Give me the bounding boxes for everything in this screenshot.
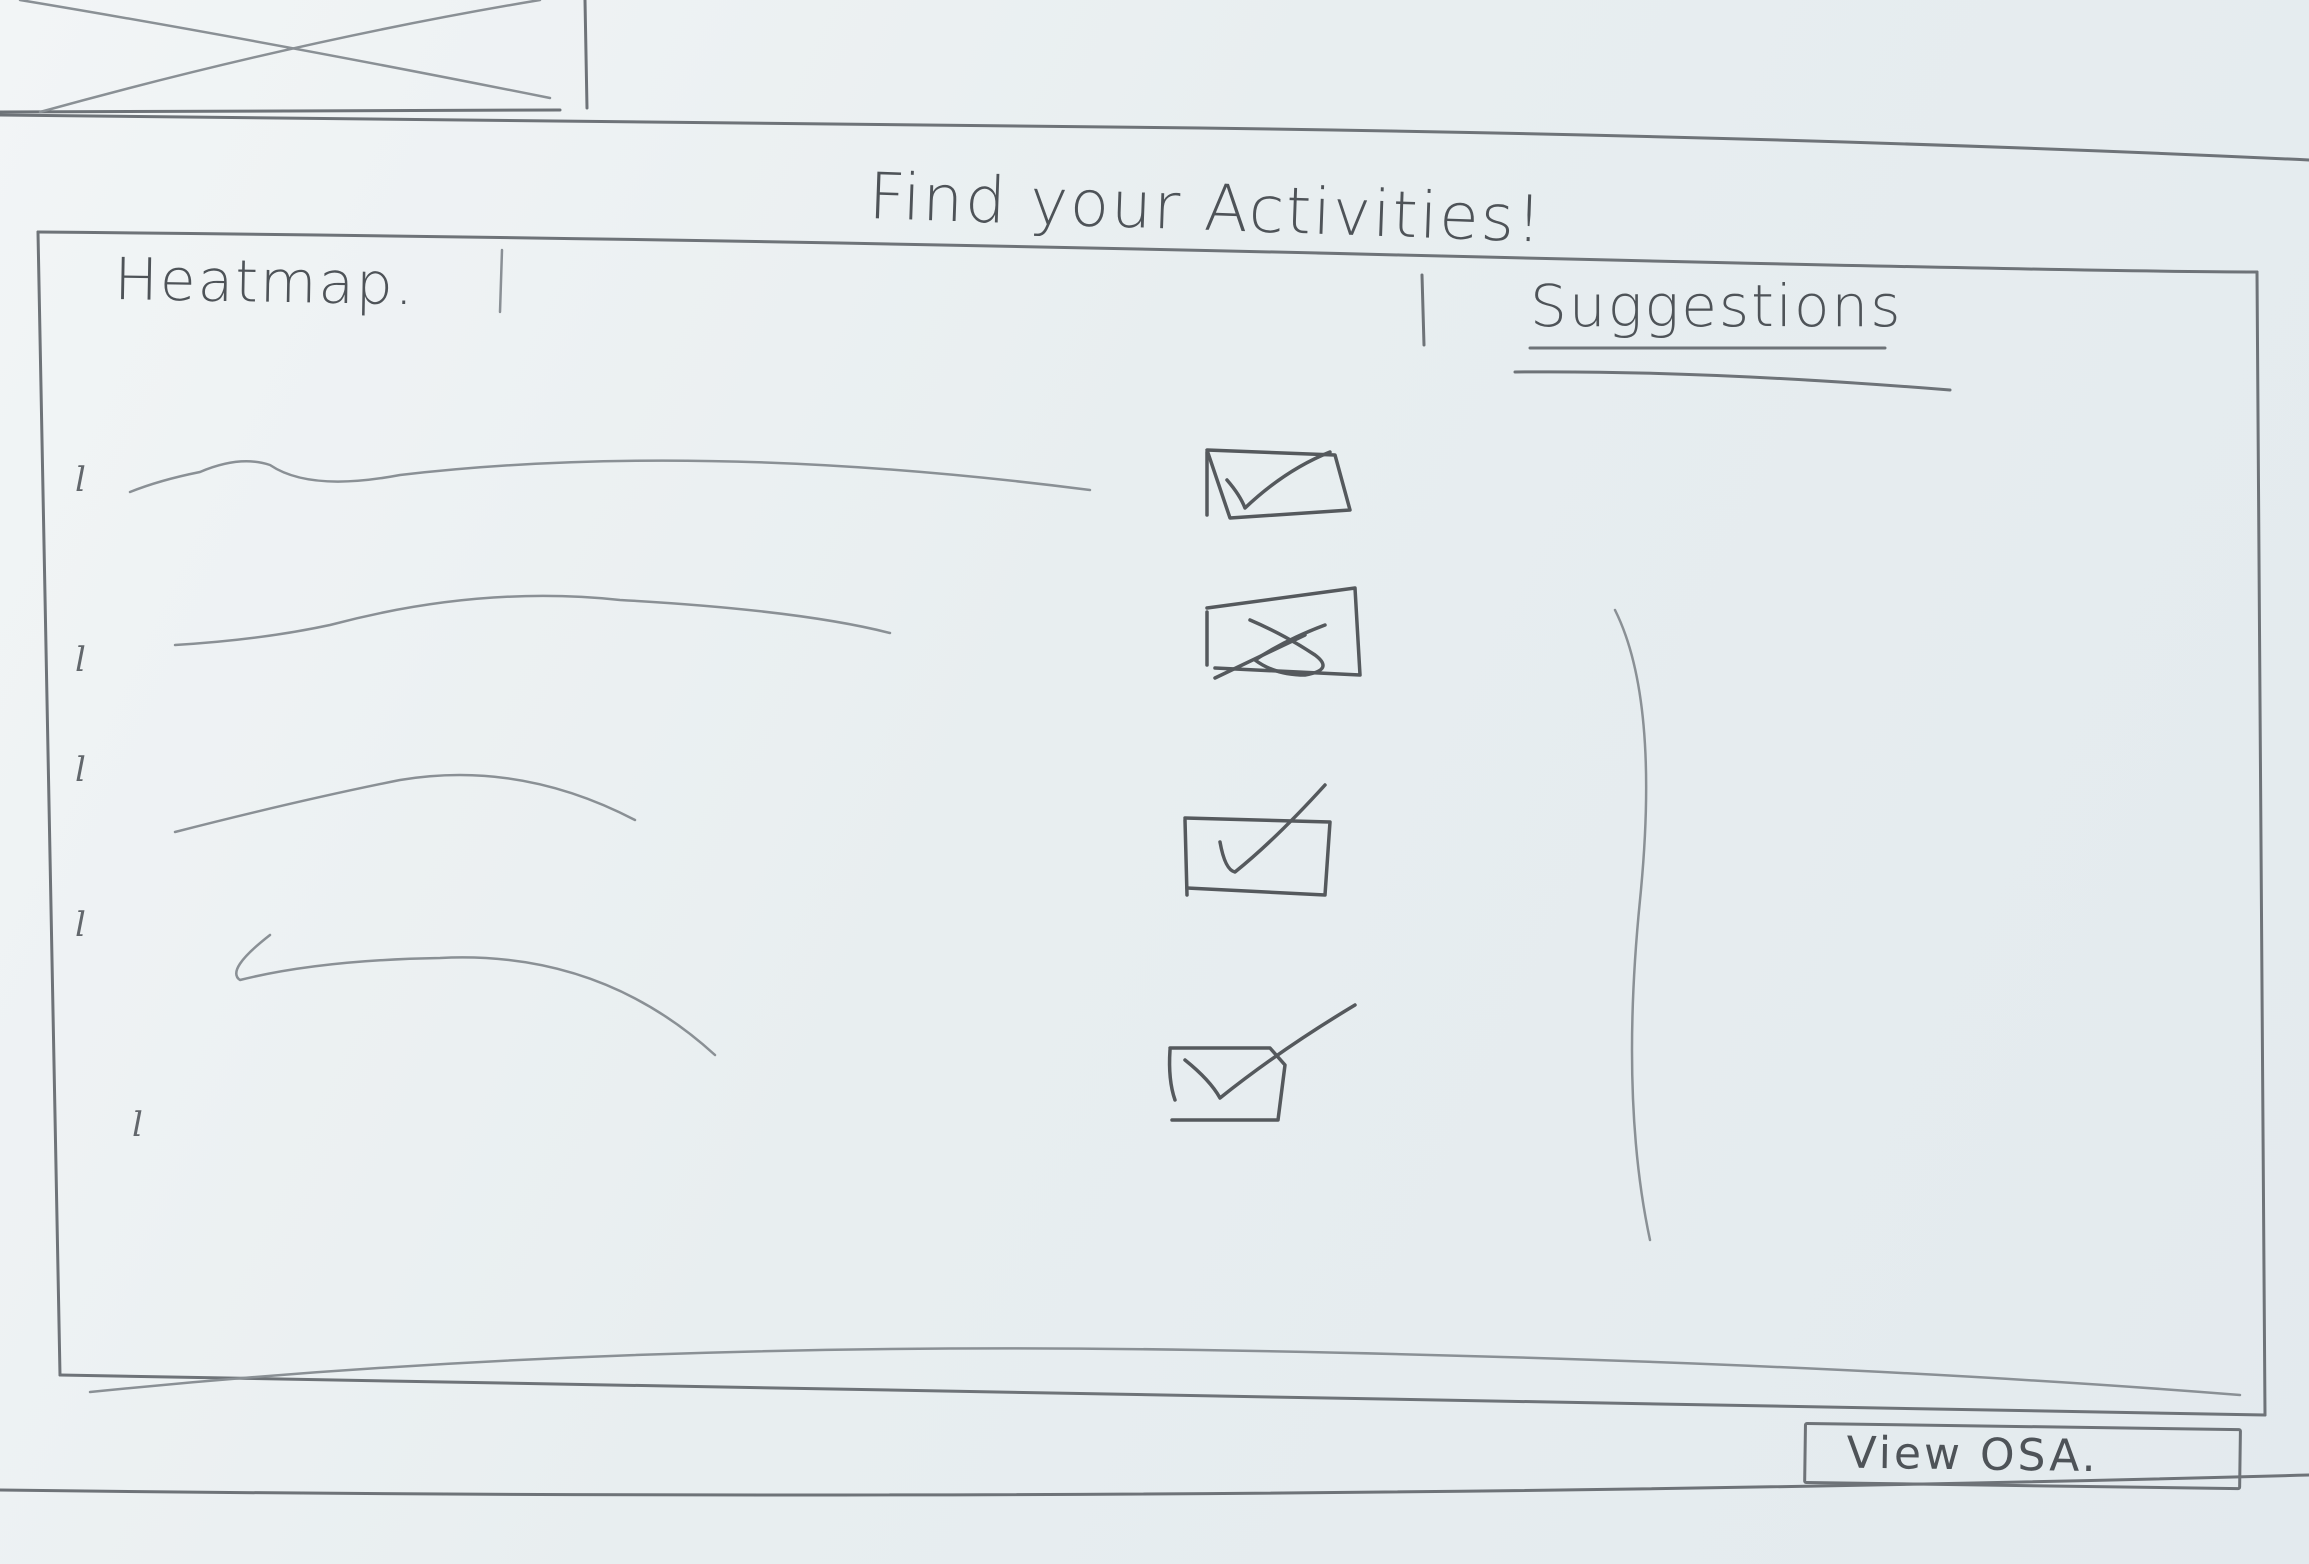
logo-placeholder: [0, 0, 589, 114]
activity-bullet: l: [75, 640, 86, 680]
activity-line-1: [128, 459, 1092, 494]
suggestions-list-edge: [1613, 608, 1652, 1242]
activity-bullet: l: [132, 1105, 143, 1145]
activity-checkbox-checked[interactable]: [1195, 440, 1355, 550]
suggestions-underline-2: [1513, 370, 1952, 392]
header-divider: [0, 113, 2309, 162]
activity-line-4: [235, 933, 717, 1057]
view-osa-button[interactable]: View OSA.: [1803, 1422, 2242, 1491]
activity-line-2: [173, 594, 892, 647]
activity-checkbox-checked[interactable]: [1175, 780, 1355, 910]
heatmap-label: Heatmap.: [113, 245, 416, 319]
activity-checkbox-checked[interactable]: [1160, 1000, 1360, 1130]
activity-bullet: l: [75, 905, 86, 945]
activity-bullet: l: [75, 750, 86, 790]
cross-icon: [1248, 618, 1327, 677]
check-icon: [1225, 450, 1332, 510]
suggestions-label: Suggestions: [1530, 272, 1903, 340]
panel-divider: [1420, 273, 1426, 347]
heatmap-divider: [498, 248, 504, 314]
check-icon: [1183, 1003, 1357, 1100]
check-icon: [1218, 783, 1327, 874]
activity-checkbox-crossed[interactable]: [1195, 580, 1365, 690]
content-frame: [36, 230, 2267, 1417]
activity-line-3: [173, 773, 637, 834]
activity-bullet: l: [75, 460, 86, 500]
